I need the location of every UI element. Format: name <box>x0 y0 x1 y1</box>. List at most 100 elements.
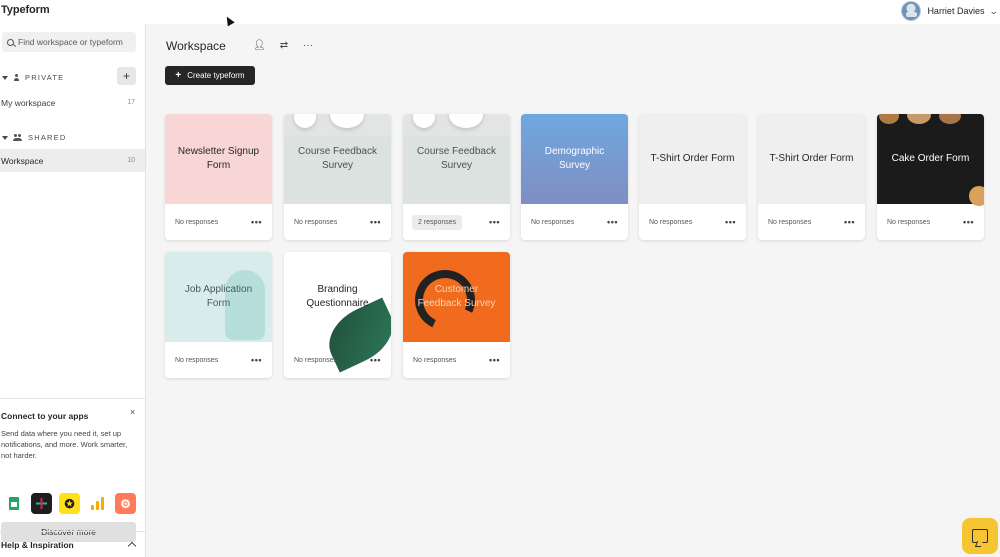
form-thumbnail[interactable]: Course Feedback Survey <box>284 114 391 204</box>
person-icon <box>13 74 20 81</box>
help-label: Help & Inspiration <box>1 539 74 550</box>
form-card-footer: No responses ••• <box>521 204 628 240</box>
plus-icon: + <box>175 70 182 81</box>
form-card-footer: No responses ••• <box>284 342 391 378</box>
form-card[interactable]: Course Feedback Survey 2 responses ••• <box>403 114 510 240</box>
response-count[interactable]: 2 responses <box>412 214 463 230</box>
sidebar-item-label: My workspace <box>1 97 56 108</box>
create-typeform-button[interactable]: + Create typeform <box>165 66 255 85</box>
more-icon[interactable]: ••• <box>725 217 736 227</box>
form-title: T-Shirt Order Form <box>650 152 735 164</box>
mailchimp-icon[interactable]: ✪ <box>59 493 80 514</box>
form-thumbnail[interactable]: Branding Questionnaire <box>284 252 391 373</box>
form-title: Course Feedback Survey <box>298 145 377 172</box>
form-thumbnail[interactable]: T-Shirt Order Form <box>639 114 746 204</box>
form-title: Customer Feedback Survey <box>417 283 496 310</box>
close-icon[interactable]: × <box>130 407 135 417</box>
form-card[interactable]: Newsletter Signup Form No responses ••• <box>165 114 272 240</box>
more-icon[interactable]: ••• <box>489 355 500 365</box>
help-chat-button[interactable] <box>962 518 998 554</box>
add-member-icon[interactable]: 👤︎ <box>253 40 266 52</box>
more-icon[interactable]: ••• <box>251 217 262 227</box>
search-box[interactable] <box>2 32 136 52</box>
form-card[interactable]: T-Shirt Order Form No responses ••• <box>758 114 865 240</box>
search-input[interactable] <box>18 37 136 47</box>
response-count[interactable]: No responses <box>768 219 811 226</box>
private-label: PRIVATE <box>25 73 65 82</box>
typeform-logo[interactable]: Typeform <box>1 4 50 16</box>
chevron-up-icon[interactable] <box>127 541 137 551</box>
form-thumbnail[interactable]: Cake Order Form <box>877 114 984 206</box>
help-inspiration[interactable]: Help & Inspiration <box>0 531 145 557</box>
form-card[interactable]: Job Application Form No responses ••• <box>165 252 272 378</box>
response-count[interactable]: No responses <box>531 219 574 226</box>
form-card[interactable]: Cake Order Form No responses ••• <box>877 114 984 240</box>
add-workspace-button[interactable]: + <box>117 67 136 85</box>
more-icon[interactable]: ··· <box>302 40 314 52</box>
more-icon[interactable]: ••• <box>607 217 618 227</box>
form-card-footer: No responses ••• <box>639 204 746 240</box>
form-card[interactable]: Customer Feedback Survey No responses ••… <box>403 252 510 378</box>
response-count[interactable]: No responses <box>413 357 456 364</box>
sidebar-item-workspace[interactable]: Workspace 10 <box>0 149 145 172</box>
sidebar: PRIVATE + My workspace 17 SHARED Workspa… <box>0 24 146 557</box>
form-card-footer: No responses ••• <box>165 204 272 240</box>
form-title: Cake Order Form <box>891 152 970 164</box>
sidebar-item-my-workspace[interactable]: My workspace 17 <box>0 91 145 114</box>
form-thumbnail[interactable]: Customer Feedback Survey <box>403 252 510 342</box>
sidebar-item-count: 17 <box>127 99 135 106</box>
top-bar: Typeform Harriet Davies ⌄ <box>0 0 1000 24</box>
response-count[interactable]: No responses <box>294 219 337 226</box>
more-icon[interactable]: ••• <box>251 355 262 365</box>
form-title: Job Application Form <box>184 283 253 310</box>
shared-section-header[interactable]: SHARED <box>2 133 66 142</box>
people-icon <box>13 134 23 141</box>
form-card[interactable]: Demographic Survey No responses ••• <box>521 114 628 240</box>
caret-down-icon[interactable] <box>2 135 8 140</box>
form-card[interactable]: T-Shirt Order Form No responses ••• <box>639 114 746 240</box>
private-section-header[interactable]: PRIVATE <box>2 73 64 82</box>
form-card-footer: No responses ••• <box>165 342 272 378</box>
form-card[interactable]: Course Feedback Survey No responses ••• <box>284 114 391 240</box>
user-name[interactable]: Harriet Davies <box>927 6 984 16</box>
form-thumbnail[interactable]: T-Shirt Order Form <box>758 114 865 204</box>
avatar[interactable] <box>901 1 922 21</box>
caret-down-icon[interactable] <box>2 75 8 80</box>
form-title: Course Feedback Survey <box>417 145 496 172</box>
response-count[interactable]: No responses <box>175 219 218 226</box>
response-count[interactable]: No responses <box>294 357 337 364</box>
form-card[interactable]: Branding Questionnaire No responses ••• <box>284 252 391 378</box>
sidebar-item-count: 10 <box>127 157 135 164</box>
app-icons: ✪ ⚙ <box>3 493 136 514</box>
more-icon[interactable]: ••• <box>370 355 381 365</box>
google-sheets-icon[interactable] <box>3 493 24 514</box>
google-analytics-icon[interactable] <box>87 493 108 514</box>
form-card-footer: 2 responses ••• <box>403 204 510 240</box>
form-thumbnail[interactable]: Demographic Survey <box>521 114 628 204</box>
slack-icon[interactable] <box>31 493 52 514</box>
form-title: Newsletter Signup Form <box>177 145 260 172</box>
form-card-footer: No responses ••• <box>403 342 510 378</box>
shared-label: SHARED <box>28 133 67 142</box>
hubspot-icon[interactable]: ⚙ <box>115 493 136 514</box>
page-title: Workspace <box>166 39 226 53</box>
form-thumbnail[interactable]: Newsletter Signup Form <box>165 114 272 204</box>
more-icon[interactable]: ••• <box>844 217 855 227</box>
form-thumbnail[interactable]: Job Application Form <box>165 252 272 342</box>
form-card-footer: No responses ••• <box>284 204 391 240</box>
response-count[interactable]: No responses <box>887 219 930 226</box>
connect-title: Connect to your apps <box>1 411 89 421</box>
form-title: Demographic Survey <box>544 145 605 172</box>
form-card-footer: No responses ••• <box>758 204 865 240</box>
more-icon[interactable]: ••• <box>370 217 381 227</box>
sidebar-item-label: Workspace <box>1 155 44 166</box>
user-menu[interactable]: Harriet Davies ⌄ <box>901 0 1000 22</box>
form-thumbnail[interactable]: Course Feedback Survey <box>403 114 510 204</box>
more-icon[interactable]: ••• <box>489 217 500 227</box>
response-count[interactable]: No responses <box>649 219 692 226</box>
create-label: Create typeform <box>187 71 245 80</box>
response-count[interactable]: No responses <box>175 357 218 364</box>
chevron-down-icon[interactable]: ⌄ <box>989 6 999 17</box>
more-icon[interactable]: ••• <box>963 217 974 227</box>
sync-icon[interactable]: ⇄ <box>278 40 290 52</box>
